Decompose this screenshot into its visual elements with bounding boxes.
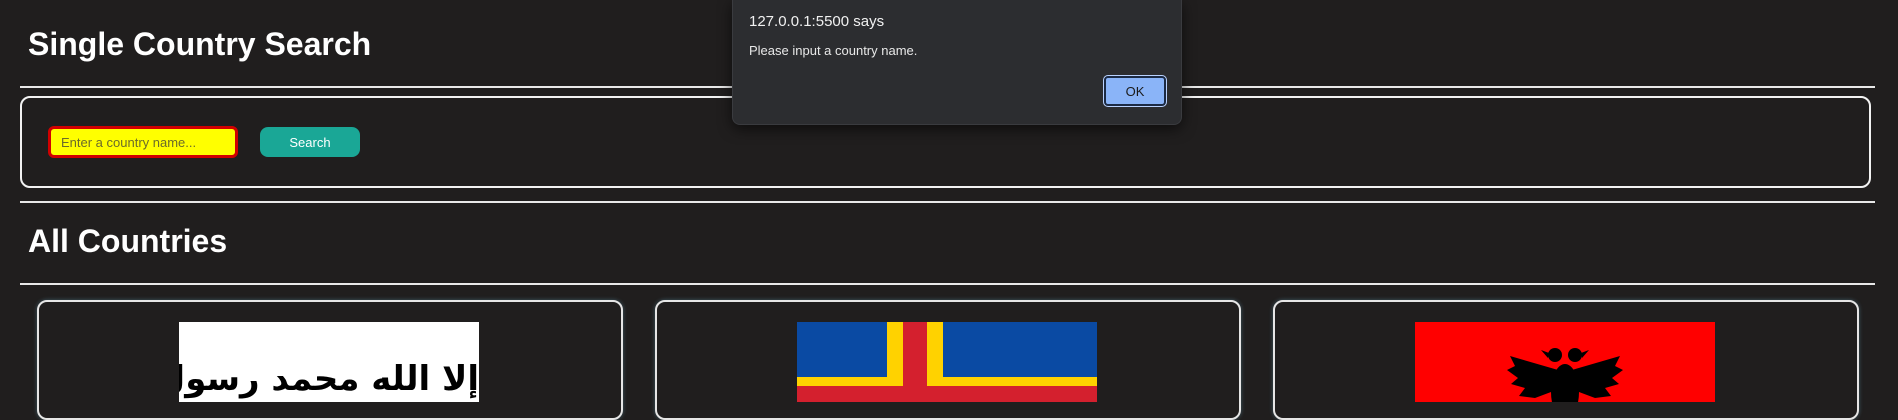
country-card[interactable]	[1273, 300, 1859, 420]
country-card[interactable]	[655, 300, 1241, 420]
single-search-heading: Single Country Search	[28, 26, 372, 62]
shahada-script-icon: لا إله إلا الله محمد رسول الله	[179, 359, 479, 399]
all-countries-heading: All Countries	[28, 223, 228, 259]
svg-text:لا إله إلا الله محمد رسول الله: لا إله إلا الله محمد رسول الله	[179, 359, 479, 399]
aland-islands-flag	[797, 322, 1097, 402]
search-button[interactable]: Search	[260, 127, 360, 157]
alert-message: Please input a country name.	[749, 43, 918, 58]
double-headed-eagle-icon	[1415, 322, 1715, 402]
alert-dialog: 127.0.0.1:5500 says Please input a count…	[732, 0, 1182, 125]
ok-button[interactable]: OK	[1103, 75, 1167, 107]
albania-flag	[1415, 322, 1715, 402]
divider	[20, 201, 1875, 203]
divider	[20, 283, 1875, 285]
alert-title: 127.0.0.1:5500 says	[749, 13, 885, 30]
country-card[interactable]: لا إله إلا الله محمد رسول الله	[37, 300, 623, 420]
country-search-input[interactable]	[48, 126, 238, 158]
afghanistan-flag: لا إله إلا الله محمد رسول الله	[179, 322, 479, 402]
